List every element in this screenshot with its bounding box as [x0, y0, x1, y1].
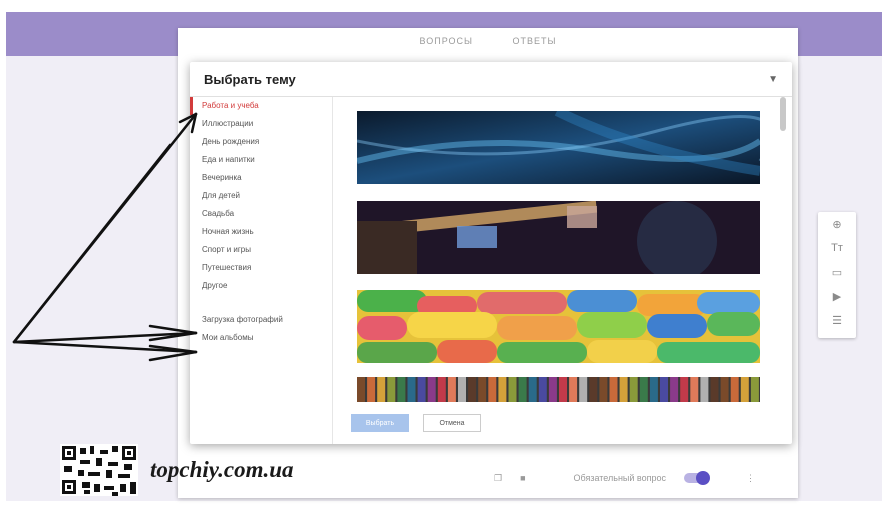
qr-code-icon: [60, 444, 138, 496]
watermark: topchiy.com.ua: [60, 444, 294, 496]
annotation-arrows: [12, 112, 198, 362]
watermark-text: topchiy.com.ua: [150, 457, 294, 482]
